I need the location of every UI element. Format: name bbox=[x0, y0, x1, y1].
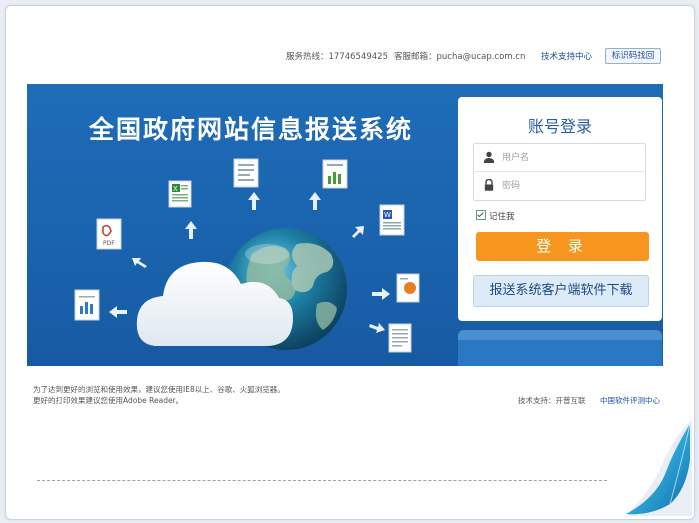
excel-file-icon: X bbox=[168, 180, 192, 208]
chart-file-icon bbox=[322, 159, 348, 189]
pdf-file-icon: PDF bbox=[96, 218, 122, 250]
remember-checkbox[interactable] bbox=[476, 210, 486, 220]
identifier-recovery-button[interactable]: 标识码找回 bbox=[605, 48, 661, 64]
client-download-button[interactable]: 报送系统客户端软件下载 bbox=[473, 275, 649, 307]
remember-label: 记住我 bbox=[489, 212, 515, 222]
password-input[interactable] bbox=[502, 176, 638, 196]
login-panel-shadow bbox=[458, 330, 662, 366]
tip-line-print: 更好的打印效果建议您使用Adobe Reader。 bbox=[33, 396, 184, 405]
remember-me[interactable]: 记住我 bbox=[476, 210, 515, 222]
tip-line-browser: 为了达到更好的浏览和使用效果，建议您使用IE8以上、谷歌、火狐浏览器。 bbox=[33, 385, 285, 394]
service-email: 客服邮箱：pucha@ucap.com.cn bbox=[394, 52, 526, 62]
login-title: 账号登录 bbox=[527, 117, 592, 136]
footer-divider bbox=[37, 480, 607, 481]
svg-text:X: X bbox=[173, 185, 178, 193]
page-curl-icon bbox=[626, 420, 692, 516]
password-field bbox=[474, 172, 645, 200]
credential-fields bbox=[473, 143, 646, 201]
table-file-icon bbox=[388, 323, 412, 353]
service-hotline: 服务热线：17746549425 bbox=[286, 52, 388, 62]
login-button[interactable]: 登 录 bbox=[476, 232, 649, 261]
user-icon bbox=[483, 151, 495, 163]
svg-text:PDF: PDF bbox=[103, 240, 115, 247]
login-panel: 账号登录 记住我 登 录 报送系统客户端软件下载 bbox=[458, 97, 662, 321]
tech-support-link[interactable]: 技术支持：开普互联 bbox=[518, 396, 586, 405]
ppt-file-icon bbox=[396, 273, 420, 303]
top-info-bar: 服务热线：17746549425 客服邮箱：pucha@ucap.com.cn … bbox=[0, 48, 699, 64]
svg-text:W: W bbox=[384, 211, 391, 219]
sheet-file-icon bbox=[74, 289, 100, 321]
software-test-center-link[interactable]: 中国软件评测中心 bbox=[600, 395, 660, 406]
browser-tips: 为了达到更好的浏览和使用效果，建议您使用IE8以上、谷歌、火狐浏览器。 更好的打… bbox=[33, 384, 285, 406]
username-input[interactable] bbox=[502, 148, 638, 168]
word-file-icon: W bbox=[379, 204, 405, 236]
lock-icon bbox=[484, 179, 494, 191]
report-file-icon bbox=[233, 158, 259, 188]
support-center-link[interactable]: 技术支持中心 bbox=[541, 50, 592, 62]
tech-support-text: 技术支持：开普互联 bbox=[518, 395, 586, 406]
username-field bbox=[474, 144, 645, 172]
